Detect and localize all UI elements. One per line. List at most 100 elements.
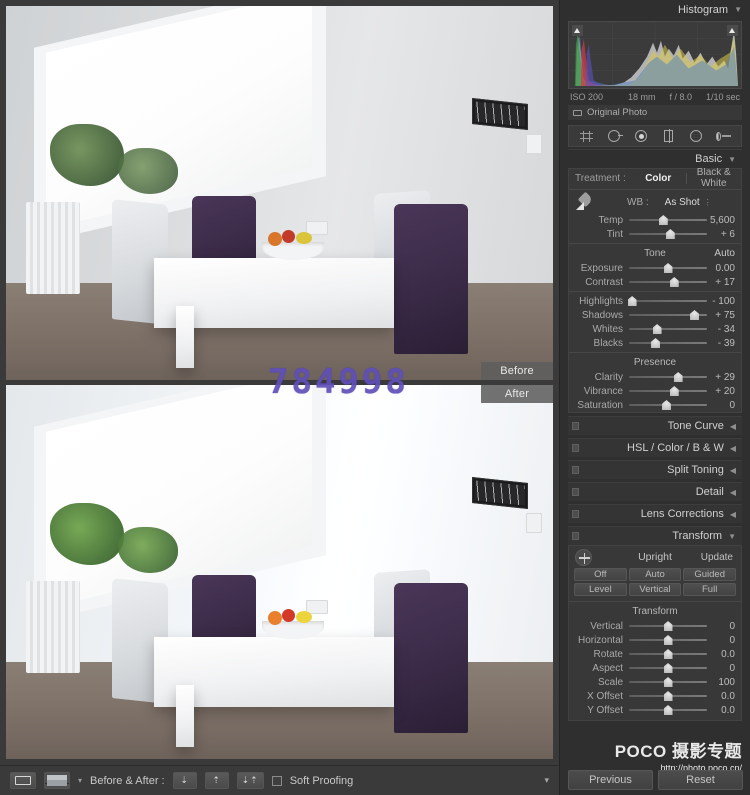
slider-saturation[interactable]: Saturation 0 [569,398,741,412]
section-lens-corrections[interactable]: Lens Corrections ◀ [568,504,742,523]
chevron-down-icon[interactable]: ⋮ [704,198,712,207]
slider-track[interactable] [629,338,707,348]
slider-track[interactable] [629,263,707,273]
slider-vertical[interactable]: Vertical 0 [569,619,741,633]
upright-level-button[interactable]: Level [574,583,627,596]
upright-vertical-button[interactable]: Vertical [628,583,682,596]
red-eye-icon[interactable] [634,129,649,144]
auto-tone-button[interactable]: Auto [714,248,735,259]
graduated-filter-icon[interactable] [661,129,676,144]
slider-track[interactable] [629,621,707,631]
section-split-toning[interactable]: Split Toning ◀ [568,460,742,479]
slider-horizontal[interactable]: Horizontal 0 [569,633,741,647]
treatment-bw-option[interactable]: Black & White [687,167,742,189]
slider-track[interactable] [629,310,707,320]
section-hsl-color-bw[interactable]: HSL / Color / B & W ◀ [568,438,742,457]
loupe-view-icon[interactable] [10,772,36,789]
panel-switch-icon[interactable] [572,444,579,452]
before-photo[interactable]: Before [6,6,553,380]
panel-switch-icon[interactable] [572,422,579,430]
slider-rotate[interactable]: Rotate 0.0 [569,647,741,661]
upright-update-button[interactable]: Update [701,552,733,563]
copy-before-to-after-button[interactable]: ⇡ [204,772,229,789]
slider-track[interactable] [629,215,707,225]
basic-section-header[interactable]: Basic ▼ [568,149,742,168]
slider-track[interactable] [629,386,707,396]
brush-icon[interactable] [715,129,731,144]
exif-iso: ISO 200 [570,92,604,102]
slider-shadows[interactable]: Shadows + 75 [569,308,741,322]
copy-after-to-before-button[interactable]: ⇣ [172,772,197,789]
chevron-left-icon[interactable]: ◀ [730,510,736,519]
soft-proofing-checkbox[interactable] [271,775,282,786]
slider-track[interactable] [629,705,707,715]
slider-track[interactable] [629,372,707,382]
slider-track[interactable] [629,663,707,673]
toolbar-collapse-icon[interactable]: ▾ [544,775,549,786]
slider-aspect[interactable]: Aspect 0 [569,661,741,675]
section-detail[interactable]: Detail ◀ [568,482,742,501]
slider-clarity[interactable]: Clarity + 29 [569,370,741,384]
slider-track[interactable] [629,400,707,410]
treatment-label: Treatment : [575,172,626,184]
crop-icon[interactable] [579,129,594,144]
slider-track[interactable] [629,324,707,334]
chevron-left-icon[interactable]: ◀ [730,444,736,453]
upright-auto-button[interactable]: Auto [628,568,682,581]
spot-removal-circle-icon[interactable] [606,129,623,144]
original-photo-row[interactable]: Original Photo [568,105,742,120]
slider-track[interactable] [629,635,707,645]
highlight-clipping-indicator[interactable] [727,25,738,36]
chevron-left-icon[interactable]: ◀ [730,488,736,497]
shadow-clipping-indicator[interactable] [572,25,583,36]
panel-switch-icon[interactable] [572,532,579,540]
slider-x-offset[interactable]: X Offset 0.0 [569,689,741,703]
histogram-panel[interactable] [568,21,742,89]
radial-filter-icon[interactable] [688,129,703,144]
wb-value[interactable]: As Shot [665,197,700,208]
slider-track[interactable] [629,649,707,659]
slider-scale[interactable]: Scale 100 [569,675,741,689]
chevron-left-icon[interactable]: ◀ [730,422,736,431]
slider-label: Tint [606,228,623,240]
chevron-down-icon[interactable]: ▼ [728,532,736,541]
upright-crosshair-icon[interactable] [575,548,592,566]
after-photo[interactable]: After [6,385,553,759]
panel-switch-icon[interactable] [572,510,579,518]
slider-track[interactable] [629,229,707,239]
upright-guided-button[interactable]: Guided [683,568,736,581]
swap-before-after-button[interactable]: ⇣⇡ [236,772,264,789]
slider-vibrance[interactable]: Vibrance + 20 [569,384,741,398]
slider-track[interactable] [629,677,707,687]
triangle-down-icon[interactable]: ▼ [734,5,742,14]
section-transform[interactable]: Transform ▼ [568,526,742,545]
slider-y-offset[interactable]: Y Offset 0.0 [569,703,741,717]
slider-whites[interactable]: Whites - 34 [569,322,741,336]
slider-highlights[interactable]: Highlights - 100 [569,294,741,308]
slider-temp[interactable]: Temp 5,600 [569,213,741,227]
slider-tint[interactable]: Tint + 6 [569,227,741,241]
slider-track[interactable] [629,277,707,287]
caret-down-icon[interactable]: ▾ [78,776,82,785]
slider-exposure[interactable]: Exposure 0.00 [569,261,741,275]
upright-full-button[interactable]: Full [683,583,736,596]
panel-switch-icon[interactable] [572,466,579,474]
reset-button[interactable]: Reset [658,770,743,790]
panel-switch-icon[interactable] [572,488,579,496]
histogram-header[interactable]: Histogram ▼ [560,0,750,19]
eyedropper-icon[interactable] [574,191,596,211]
basic-panel: Treatment : Color Black & White WB : As … [568,167,742,413]
treatment-color-option[interactable]: Color [631,173,686,184]
slider-contrast[interactable]: Contrast + 17 [569,275,741,289]
previous-button[interactable]: Previous [568,770,653,790]
slider-track[interactable] [629,691,707,701]
slider-track[interactable] [627,296,707,306]
chevron-down-icon[interactable]: ▼ [728,155,736,164]
fruit-orange [268,232,282,246]
upright-off-button[interactable]: Off [574,568,627,581]
transform-panel: Upright Update Off Auto Guided Level Ver… [568,545,742,721]
before-after-split-icon[interactable] [44,772,70,789]
chevron-left-icon[interactable]: ◀ [730,466,736,475]
slider-blacks[interactable]: Blacks - 39 [569,336,741,350]
section-tone-curve[interactable]: Tone Curve ◀ [568,416,742,435]
